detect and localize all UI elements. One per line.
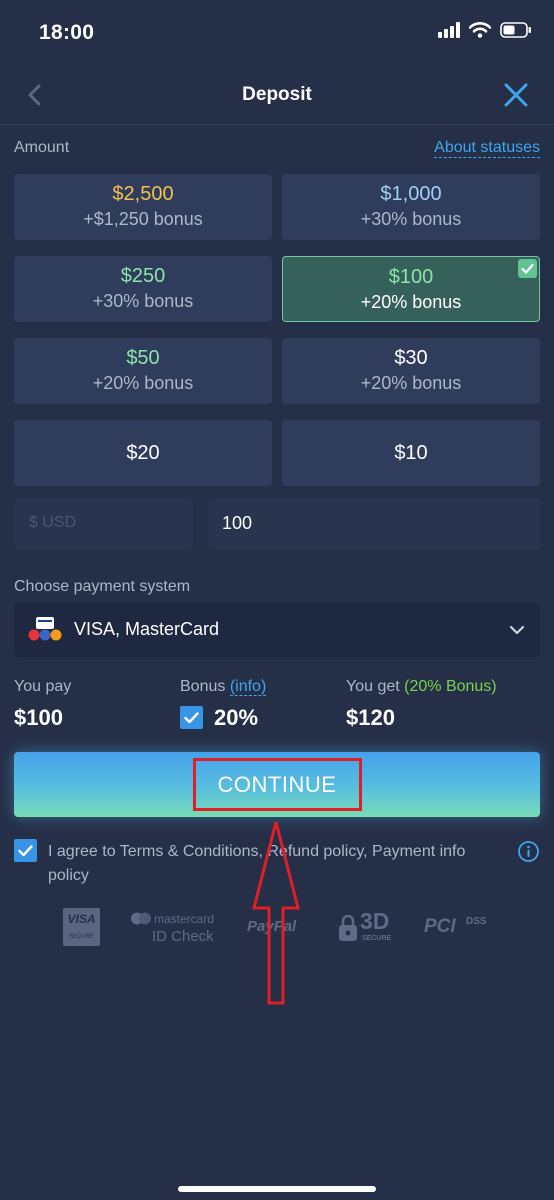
visa-secure-text: VISA [67,912,96,926]
visa-secure-subtext: SECURE [68,934,94,940]
status-bar: 18:00 [0,0,554,66]
header-bar: Deposit [0,66,554,125]
amount-option-bonus: +30% bonus [92,291,194,311]
pci-text: PCI [424,916,456,937]
amount-input[interactable]: 100 [208,498,540,550]
amount-option-1000[interactable]: $1,000 +30% bonus [282,174,540,240]
amount-option-bonus: +30% bonus [360,209,462,229]
amount-option-bonus: +20% bonus [360,292,462,312]
amount-option-bonus: +$1,250 bonus [83,209,203,229]
currency-field: $ USD [14,498,193,550]
bonus-info-link[interactable]: (info) [229,678,267,696]
close-icon[interactable] [502,81,530,109]
visa-mastercard-icon [28,617,62,641]
3d-secure-text: SECURE [362,935,392,942]
chevron-down-icon [509,625,525,635]
info-icon[interactable] [517,840,540,863]
amount-option-50[interactable]: $50 +20% bonus [14,338,272,404]
amount-option-value: $1,000 [380,183,442,205]
amount-option-250[interactable]: $250 +30% bonus [14,256,272,322]
amount-option-value: $10 [394,442,428,464]
3d-text: 3D [360,908,390,934]
annotation-highlight-box [193,758,362,811]
you-pay-label: You pay [14,678,72,695]
amount-option-2500[interactable]: $2,500 +$1,250 bonus [14,174,272,240]
you-get-label-group: You get (20% Bonus) [346,678,497,696]
amount-input-value: 100 [222,513,253,533]
mastercard-text: mastercard [154,912,215,926]
you-get-value: $120 [346,705,395,730]
amount-option-value: $100 [388,266,434,288]
status-icons [438,22,532,38]
agree-checkbox[interactable] [14,839,37,862]
amount-option-value: $20 [126,442,160,464]
amount-label: Amount [14,139,70,156]
visa-secure-badge: VISA SECURE [63,908,100,946]
amount-option-value: $50 [126,347,160,369]
you-get-label: You get [346,678,400,695]
amount-option-bonus: +20% bonus [360,373,462,393]
amount-option-bonus: +20% bonus [92,373,194,393]
dss-text: DSS [466,916,487,927]
amount-option-10[interactable]: $10 [282,420,540,486]
pci-dss-badge: PCI DSS [424,912,492,944]
amount-option-30[interactable]: $30 +20% bonus [282,338,540,404]
amount-option-value: $2,500 [112,183,174,205]
amount-option-value: $30 [394,347,428,369]
bonus-label: Bonus [180,678,226,695]
selected-check-icon [518,259,537,278]
payment-system-value: VISA, MasterCard [74,619,220,639]
bonus-value: 20% [214,705,259,730]
annotation-arrow-icon [252,821,300,1005]
payment-system-select[interactable]: VISA, MasterCard [14,603,540,657]
lock-icon [339,914,357,941]
mastercard-id-check-badge: mastercard ID Check [130,909,220,949]
amount-option-100[interactable]: $100 +20% bonus [282,256,540,322]
battery-icon [500,22,531,38]
mastercard-circles-icon [131,912,151,925]
amount-option-value: $250 [120,265,166,287]
home-indicator [178,1186,376,1192]
wifi-icon [469,22,491,38]
currency-placeholder: $ USD [29,514,77,531]
id-check-text: ID Check [152,928,214,945]
bonus-label-group: Bonus (info) [180,678,267,696]
page-title: Deposit [242,84,312,105]
status-time: 18:00 [39,21,95,44]
amount-option-20[interactable]: $20 [14,420,272,486]
bonus-checkbox[interactable] [180,706,203,729]
you-get-bonus-note: (20% Bonus) [404,678,497,695]
signal-icon [438,22,460,38]
3d-secure-badge: 3D SECURE [338,908,400,948]
payment-system-label: Choose payment system [14,578,191,595]
about-statuses-link[interactable]: About statuses [434,139,540,158]
you-pay-value: $100 [14,705,63,730]
